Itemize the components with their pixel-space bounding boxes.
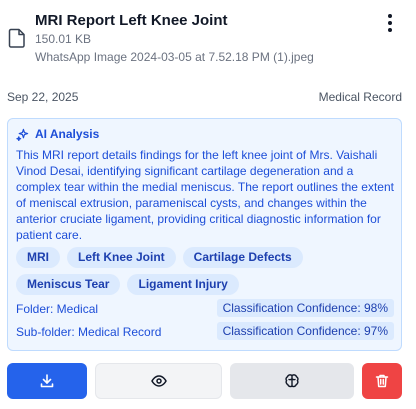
delete-button[interactable] xyxy=(362,363,402,399)
folder-confidence-badge: Classification Confidence: 98% xyxy=(216,299,394,317)
eye-icon xyxy=(150,375,167,387)
action-bar xyxy=(7,363,402,399)
tag[interactable]: Left Knee Joint xyxy=(67,247,176,268)
folder-row: Folder: Medical Classification Confidenc… xyxy=(16,299,394,319)
tag[interactable]: Cartilage Defects xyxy=(182,247,303,268)
brain-icon xyxy=(285,374,299,388)
document-category: Medical Record xyxy=(318,90,402,104)
download-icon xyxy=(40,374,54,388)
trash-icon xyxy=(375,374,389,388)
download-button[interactable] xyxy=(7,363,87,399)
analyze-button[interactable] xyxy=(230,363,354,399)
more-vertical-icon[interactable] xyxy=(380,13,400,33)
ai-analysis-panel: AI Analysis This MRI report details find… xyxy=(7,118,402,351)
document-header: MRI Report Left Knee Joint 150.01 KB Wha… xyxy=(0,0,416,76)
document-title: MRI Report Left Knee Joint xyxy=(35,12,228,29)
ai-summary: This MRI report details findings for the… xyxy=(16,148,394,242)
subfolder-label: Sub-folder: Medical Record xyxy=(16,325,162,339)
subfolder-confidence-badge: Classification Confidence: 97% xyxy=(216,322,394,340)
file-name: WhatsApp Image 2024-03-05 at 7.52.18 PM … xyxy=(35,50,314,64)
subfolder-row: Sub-folder: Medical Record Classificatio… xyxy=(16,322,394,342)
tag[interactable]: MRI xyxy=(16,247,60,268)
view-button[interactable] xyxy=(95,363,222,399)
tag[interactable]: Meniscus Tear xyxy=(16,274,121,295)
sparkle-icon xyxy=(16,128,29,141)
ai-analysis-title: AI Analysis xyxy=(35,127,100,141)
tag-list: MRI Left Knee Joint Cartilage Defects Me… xyxy=(16,247,396,295)
ai-analysis-header: AI Analysis xyxy=(16,127,99,141)
file-icon xyxy=(8,28,25,48)
file-size: 150.01 KB xyxy=(35,32,92,46)
document-date: Sep 22, 2025 xyxy=(7,90,79,104)
tag[interactable]: Ligament Injury xyxy=(127,274,239,295)
folder-label: Folder: Medical xyxy=(16,302,99,316)
